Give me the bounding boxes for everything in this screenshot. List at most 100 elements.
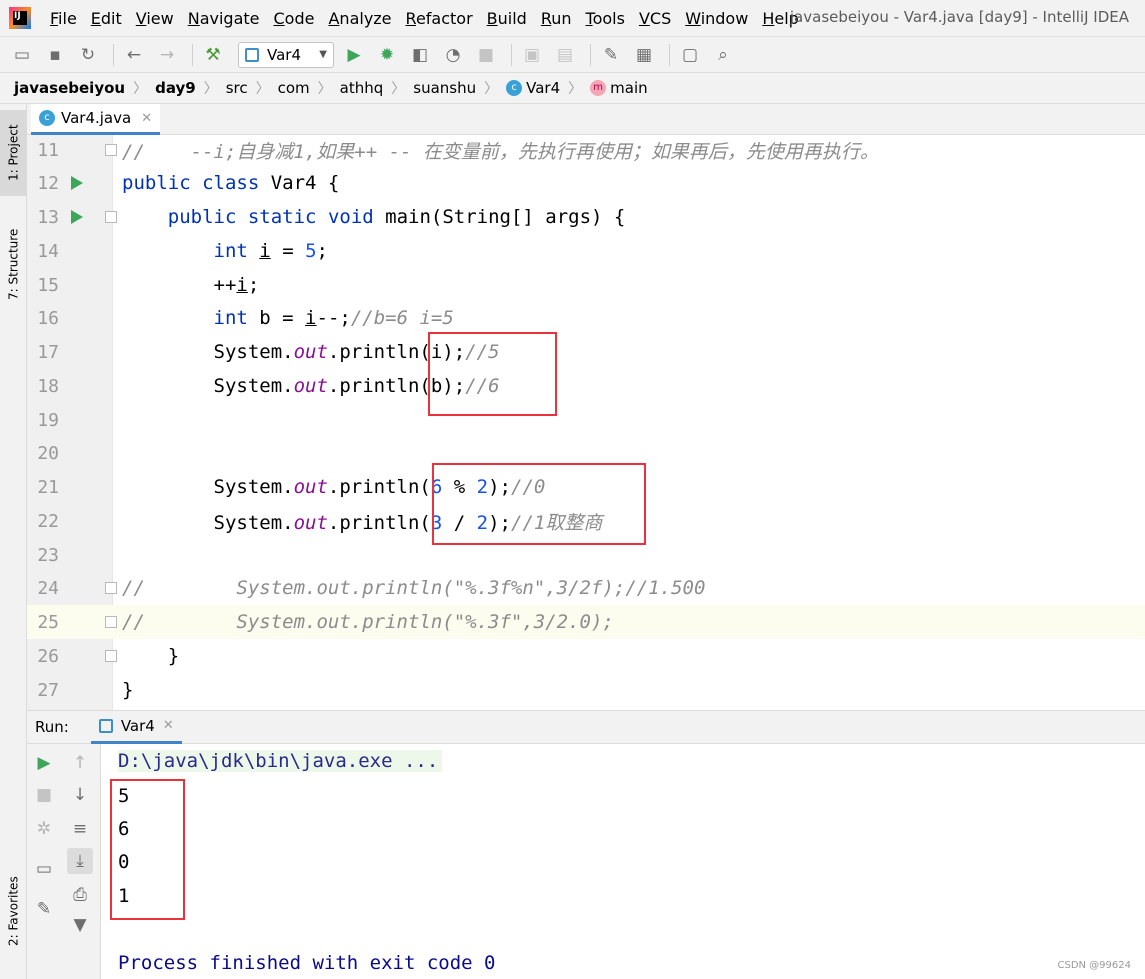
line-number: 25 <box>37 611 59 633</box>
breadcrumb-separator-icon: 〉 <box>133 81 148 97</box>
sync-icon[interactable]: ↻ <box>74 41 102 69</box>
terminal-icon[interactable]: ▢ <box>676 41 704 69</box>
breadcrumb-com[interactable]: com <box>278 79 310 97</box>
close-icon[interactable]: ✕ <box>141 111 152 126</box>
code-line: 16 int b = i--;//b=6 i=5 <box>27 301 1145 335</box>
open-folder-icon[interactable]: ▭ <box>8 41 36 69</box>
run-config-label: Var4 <box>267 45 301 64</box>
line-number: 14 <box>37 240 59 262</box>
breadcrumb-suanshu[interactable]: suanshu <box>413 79 476 97</box>
tab-var4-java[interactable]: c Var4.java ✕ <box>31 104 161 135</box>
code-text: int b = i--;//b=6 i=5 <box>213 307 454 329</box>
vcs-commit-icon[interactable]: ▤ <box>551 41 579 69</box>
settings-wrench-icon[interactable]: ✎ <box>597 41 625 69</box>
run-gutter-icon[interactable] <box>71 210 83 224</box>
intellij-logo-icon: IJ <box>9 7 31 29</box>
breadcrumb-athhq[interactable]: athhq <box>340 79 384 97</box>
breadcrumb-module[interactable]: day9 <box>155 79 196 97</box>
tab-structure[interactable]: 7: Structure <box>0 216 27 312</box>
run-gutter-icon[interactable] <box>71 176 83 190</box>
menu-build[interactable]: Build <box>480 9 534 28</box>
debug-icon[interactable]: ✹ <box>373 41 401 69</box>
menu-vcs[interactable]: VCS <box>632 9 678 28</box>
breadcrumb-class[interactable]: Var4 <box>526 79 560 97</box>
main-toolbar: ▭ ▪ ↻ ← → ⚒ Var4 ▼ ▶ ✹ ◧ ◔ ■ ▣ ▤ ✎ ▦ ▢ ⌕ <box>0 36 1145 72</box>
profile-icon[interactable]: ◔ <box>439 41 467 69</box>
breadcrumb-separator-icon: 〉 <box>203 81 218 97</box>
scroll-to-end-icon[interactable]: ⤓ <box>67 848 93 874</box>
breadcrumb-method[interactable]: main <box>610 79 647 97</box>
menu-view[interactable]: View <box>129 9 181 28</box>
search-icon[interactable]: ⌕ <box>709 41 737 69</box>
annotation-box <box>432 463 646 545</box>
project-structure-icon[interactable]: ▦ <box>630 41 658 69</box>
toolbar-divider <box>669 43 670 66</box>
coverage-icon[interactable]: ◧ <box>406 41 434 69</box>
run-panel-header: Run: Var4 ✕ <box>27 710 1145 744</box>
breadcrumb-separator-icon: 〉 <box>317 81 332 97</box>
forward-icon[interactable]: → <box>153 41 181 69</box>
trash-icon[interactable]: ▼ <box>67 912 93 938</box>
fold-marker-icon[interactable] <box>105 211 117 223</box>
menu-file[interactable]: File <box>43 9 84 28</box>
class-icon: c <box>506 80 523 96</box>
line-number: 13 <box>37 206 59 228</box>
code-line: 24 // System.out.println("%.3f%n",3/2f);… <box>27 571 1145 605</box>
code-line: 17 System.out.println(i);//5 <box>27 335 1145 369</box>
tab-favorites[interactable]: 2: Favorites <box>0 866 27 956</box>
layout-icon[interactable]: ▭ <box>31 856 57 882</box>
run-panel-label: Run: <box>35 718 69 736</box>
fold-marker-icon[interactable] <box>105 582 117 594</box>
run-icon[interactable]: ▶ <box>340 41 368 69</box>
line-number: 20 <box>37 442 59 464</box>
console-output[interactable]: D:\java\jdk\bin\java.exe ... 5 6 0 1 Pro… <box>101 744 1145 979</box>
save-all-icon[interactable]: ▪ <box>41 41 69 69</box>
menu-analyze[interactable]: Analyze <box>321 9 398 28</box>
vcs-update-icon[interactable]: ▣ <box>518 41 546 69</box>
code-editor[interactable]: 11 // --i;自身减1,如果++ -- 在变量前，先执行再使用；如果再后，… <box>27 135 1145 710</box>
code-line: 15 ++i; <box>27 268 1145 302</box>
restore-layout-icon[interactable]: ✲ <box>31 816 57 842</box>
fold-marker-icon[interactable] <box>105 650 117 662</box>
menu-tools[interactable]: Tools <box>579 9 632 28</box>
stop-icon[interactable]: ■ <box>472 41 500 69</box>
close-icon[interactable]: ✕ <box>163 718 174 733</box>
tab-project[interactable]: 1: Project <box>0 110 27 196</box>
stop-icon[interactable]: ■ <box>31 782 57 808</box>
annotation-box <box>428 332 557 416</box>
menu-navigate[interactable]: Navigate <box>181 9 267 28</box>
watermark: CSDN @99624 <box>1057 960 1131 971</box>
run-panel-toolbar: ▶ ↑ ■ ↓ ✲ ≡ ▭ ⤓ ⎙ ✎ ▼ <box>27 744 101 979</box>
line-number: 18 <box>37 375 59 397</box>
scroll-up-icon[interactable]: ↑ <box>67 750 93 776</box>
menu-code[interactable]: Code <box>267 9 322 28</box>
code-text: public static void main(String[] args) { <box>167 206 626 228</box>
back-icon[interactable]: ← <box>120 41 148 69</box>
menu-edit[interactable]: Edit <box>84 9 129 28</box>
breadcrumb-separator-icon: 〉 <box>391 81 406 97</box>
run-tab-var4[interactable]: Var4 ✕ <box>90 711 182 744</box>
print-icon[interactable]: ⎙ <box>67 882 93 908</box>
toolbar-divider <box>113 43 114 66</box>
line-number: 11 <box>37 139 59 161</box>
code-line: 26 } <box>27 639 1145 673</box>
run-configuration-select[interactable]: Var4 ▼ <box>238 41 334 68</box>
build-hammer-icon[interactable]: ⚒ <box>199 41 227 69</box>
soft-wrap-icon[interactable]: ≡ <box>67 816 93 842</box>
pin-icon[interactable]: ✎ <box>31 896 57 922</box>
menu-run[interactable]: Run <box>534 9 579 28</box>
fold-marker-icon[interactable] <box>105 144 117 156</box>
code-text: } <box>122 645 180 667</box>
line-number: 22 <box>37 510 59 532</box>
breadcrumb-src[interactable]: src <box>226 79 248 97</box>
fold-marker-icon[interactable] <box>105 616 117 628</box>
menu-refactor[interactable]: Refactor <box>399 9 480 28</box>
scroll-down-icon[interactable]: ↓ <box>67 782 93 808</box>
toolbar-divider <box>192 43 193 66</box>
code-line: 27 } <box>27 673 1145 707</box>
breadcrumb-separator-icon: 〉 <box>484 81 499 97</box>
breadcrumb-project[interactable]: javasebeiyou <box>14 79 125 97</box>
rerun-icon[interactable]: ▶ <box>31 750 57 776</box>
code-text: public class Var4 { <box>122 172 340 194</box>
menu-window[interactable]: Window <box>678 9 755 28</box>
